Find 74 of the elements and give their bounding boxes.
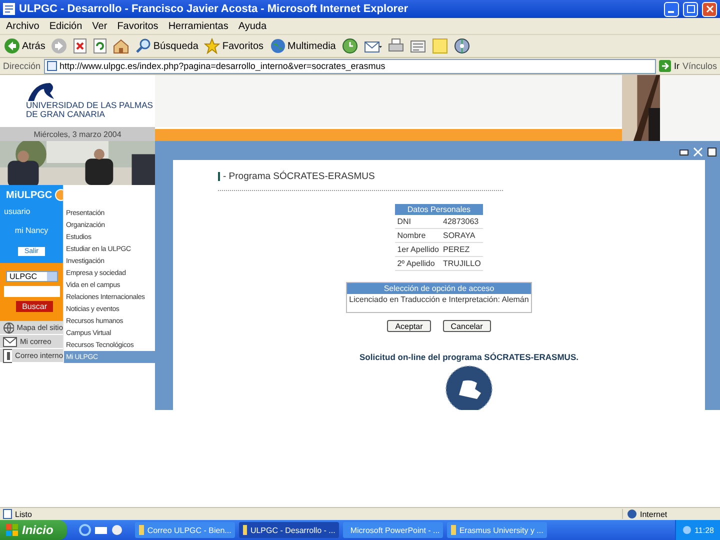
logo-text: DE GRAN CANARIA [26, 110, 106, 119]
user-name: mi Nancy [14, 226, 48, 235]
header-band [660, 75, 720, 141]
table-cell: 1er Apellido [395, 242, 441, 256]
search-field[interactable] [4, 286, 60, 297]
menu-item[interactable]: Archivo [6, 20, 40, 32]
globe-icon[interactable] [270, 38, 286, 54]
logo-text: UNIVERSIDAD DE LAS PALMAS [26, 101, 154, 110]
document-icon[interactable] [410, 38, 426, 54]
search-button[interactable]: Buscar [16, 301, 53, 312]
page-icon[interactable] [707, 147, 717, 157]
address-label: Dirección [3, 61, 41, 71]
windows-logo-icon [6, 524, 18, 536]
table-header: Selección de opción de acceso [346, 282, 532, 294]
access-option[interactable]: Licenciado en Traducción e Interpretación: Alemán [346, 294, 532, 312]
search-icon[interactable] [135, 38, 152, 54]
maximize-button[interactable] [683, 2, 698, 16]
disc-icon[interactable] [454, 38, 470, 54]
refresh-icon[interactable] [93, 38, 108, 54]
window-icon [451, 525, 456, 535]
printer-icon[interactable] [388, 38, 404, 54]
print-icon[interactable] [679, 147, 689, 157]
page-icon [46, 61, 57, 71]
home-icon[interactable] [113, 38, 130, 54]
table-cell: SORAYA [441, 228, 483, 242]
form-button[interactable]: Aceptar [387, 320, 431, 332]
toolbar-button[interactable]: Favoritos [204, 38, 264, 54]
table-cell: Nombre [395, 228, 441, 242]
close-icon [706, 5, 714, 13]
window-icon [243, 525, 248, 535]
clock-text: 11:28 [694, 526, 714, 534]
menu-item[interactable]: Herramientas [168, 20, 228, 32]
browser-icon[interactable] [79, 524, 92, 536]
user-label: usuario [4, 207, 30, 216]
toolbar-button[interactable]: Atrás [4, 38, 46, 54]
window-icon [139, 525, 144, 535]
date-text: Miércoles, 3 marzo 2004 [0, 127, 155, 141]
scope-select[interactable]: ULPGC [6, 271, 58, 282]
toolbar-button[interactable]: Búsqueda [135, 38, 198, 54]
form-button[interactable]: Cancelar [442, 320, 491, 332]
table-cell: 2º Apellido [395, 256, 441, 270]
close-button[interactable] [702, 2, 717, 16]
minimize-button[interactable] [664, 2, 679, 16]
page-icon [3, 509, 12, 519]
status-text: Listo [15, 510, 32, 518]
envelope-icon [3, 336, 17, 346]
table-cell: TRUJILLO [441, 256, 483, 270]
back-icon[interactable] [4, 38, 20, 54]
maximize-icon [686, 5, 694, 13]
globe-icon [627, 509, 637, 519]
table-header: Datos Personales [395, 204, 483, 215]
menu-item[interactable]: Ver [92, 20, 108, 32]
window-title: ULPGC - Desarrollo - Francisco Javier Acosta - Microsoft Internet Explorer [19, 3, 409, 15]
footer-text: Solicitud on-line del programa SÓCRATES-ERASMUS. [360, 352, 578, 362]
taskbar-button[interactable]: ULPGC - Desarrollo - ... [239, 522, 340, 538]
links-label[interactable]: Vínculos [682, 61, 717, 71]
stop-icon[interactable] [73, 38, 88, 54]
toolbar-button[interactable]: Multimedia [270, 38, 336, 54]
logo-icon [26, 81, 56, 101]
network-icon [682, 525, 692, 535]
zone-text: Internet [640, 510, 668, 518]
menu-item[interactable]: Edición [49, 20, 82, 32]
browser-icon [3, 3, 15, 15]
table-cell: DNI [395, 215, 441, 228]
section-heading: - Programa SÓCRATES-ERASMUS [218, 171, 375, 182]
address-field[interactable]: http://www.ulpgc.es/index.php?pagina=desarrollo_interno&ver=socrates_erasmus [44, 58, 656, 74]
start-button[interactable]: Inicio [0, 520, 68, 540]
star-icon[interactable] [204, 38, 220, 54]
globe-icon [3, 322, 14, 334]
table-cell: PEREZ [441, 242, 483, 256]
clock-icon[interactable] [342, 38, 358, 54]
table-cell: 42873063 [441, 215, 483, 228]
menu-item[interactable]: Favoritos [117, 20, 158, 32]
menu-item[interactable]: Ayuda [238, 20, 267, 32]
